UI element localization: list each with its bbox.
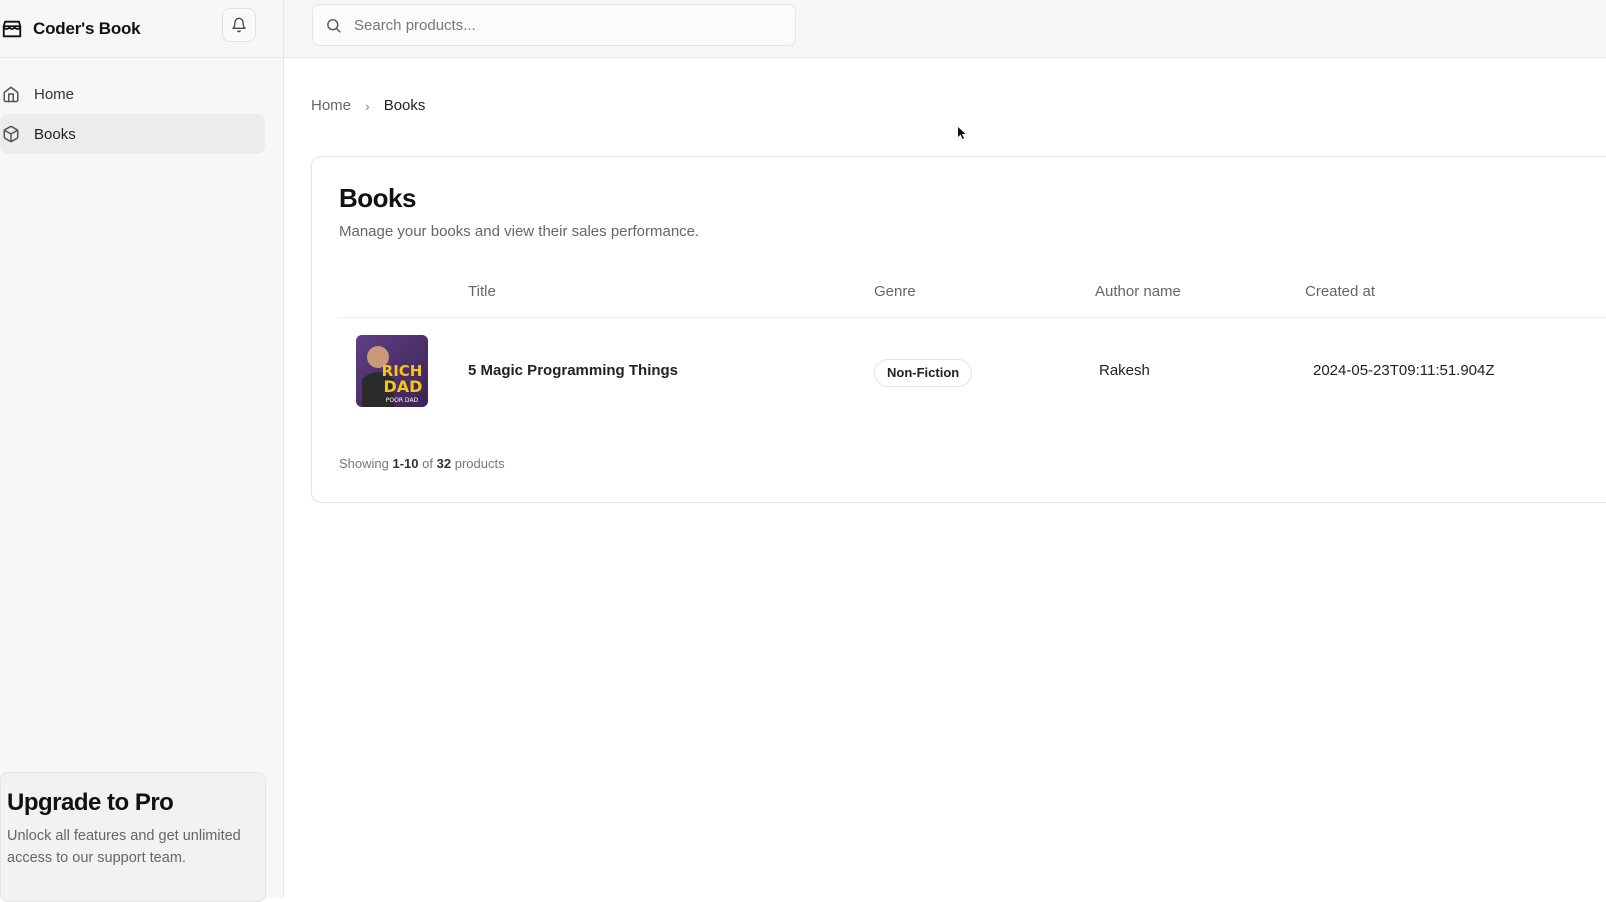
cover-text-dad: DAD [384, 377, 423, 396]
sidebar-item-label: Home [34, 85, 75, 103]
search-box[interactable] [312, 4, 796, 46]
upgrade-card: Upgrade to Pro Unlock all features and g… [0, 772, 266, 902]
pagination-of: of [422, 456, 433, 471]
column-header-title[interactable]: Title [468, 283, 496, 300]
table-header: Title Genre Author name Created at [339, 267, 1606, 318]
cover-text-poor-dad: POOR DAD [386, 397, 419, 404]
column-header-author[interactable]: Author name [1095, 283, 1181, 300]
sidebar-header: Coder's Book [0, 0, 283, 58]
page-subtitle: Manage your books and view their sales p… [339, 223, 700, 240]
page-title: Books [339, 183, 416, 213]
search-input[interactable] [352, 15, 776, 35]
sidebar-item-books[interactable]: Books [0, 114, 265, 154]
bell-icon [232, 17, 246, 33]
package-icon [3, 125, 19, 143]
book-cover-art: RICH DAD POOR DAD [356, 335, 428, 407]
author-cell: Rakesh [1099, 362, 1150, 379]
books-table: Title Genre Author name Created at RICH … [339, 267, 1606, 428]
created-at-cell: 2024-05-23T09:11:51.904Z [1313, 362, 1495, 379]
breadcrumb: Home › Books [311, 97, 425, 114]
column-header-created[interactable]: Created at [1305, 283, 1375, 300]
upgrade-text: Unlock all features and get unlimited ac… [7, 828, 241, 866]
top-bar [284, 0, 1606, 58]
genre-badge: Non-Fiction [874, 359, 973, 387]
notifications-button[interactable] [222, 8, 256, 42]
sidebar-item-label: Books [34, 125, 76, 143]
home-icon [3, 86, 19, 103]
pagination-total: 32 [436, 456, 452, 471]
table-row[interactable]: RICH DAD POOR DAD 5 Magic Programming Th… [339, 318, 1606, 428]
column-header-genre[interactable]: Genre [874, 283, 916, 300]
sidebar-item-home[interactable]: Home [0, 74, 265, 114]
search-icon [327, 18, 341, 33]
chevron-right-icon: › [365, 97, 370, 114]
sidebar: Coder's Book Home Books Upgrade to Pro U… [0, 0, 284, 902]
pagination-suffix: products [454, 456, 505, 471]
brand-name: Coder's Book [33, 18, 141, 38]
breadcrumb-current: Books [383, 97, 426, 114]
pagination-range: 1-10 [392, 456, 419, 471]
books-card: Books Manage your books and view their s… [311, 156, 1606, 503]
pagination-summary: Showing 1-10 of 32 products [339, 456, 505, 471]
store-icon [2, 20, 22, 37]
book-cover-image: RICH DAD POOR DAD [356, 335, 428, 407]
pagination-prefix: Showing [339, 456, 389, 471]
brand-link[interactable]: Coder's Book [0, 18, 141, 40]
breadcrumb-home-link[interactable]: Home [311, 97, 351, 114]
upgrade-title: Upgrade to Pro [7, 789, 174, 816]
mouse-cursor-icon [958, 127, 966, 139]
sidebar-nav: Home Books [0, 58, 283, 154]
book-title-cell: 5 Magic Programming Things [468, 362, 679, 379]
